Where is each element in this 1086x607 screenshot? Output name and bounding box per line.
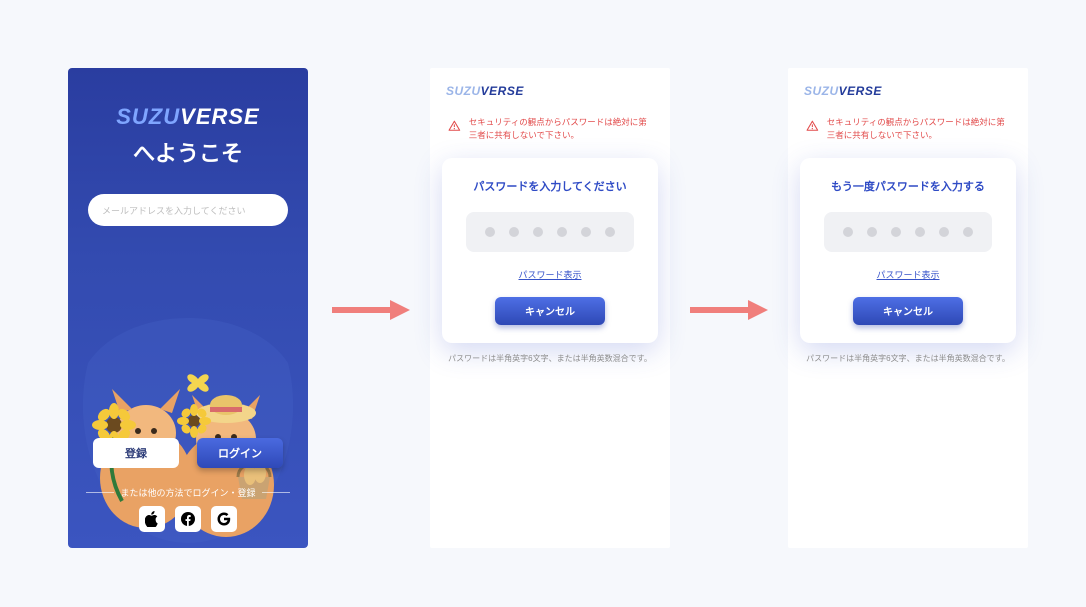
flow-arrow-icon	[688, 298, 768, 322]
apple-login-button[interactable]	[139, 506, 165, 532]
password-screen: SUZUVERSE セキュリティの観点からパスワードは絶対に第三者に共有しないで…	[430, 68, 670, 548]
password-confirm-input[interactable]	[824, 212, 992, 252]
apple-icon	[145, 511, 159, 527]
security-warning-text: セキュリティの観点からパスワードは絶対に第三者に共有しないで下さい。	[827, 116, 1010, 142]
alt-methods-divider: または他の方法でログイン・登録	[68, 486, 308, 499]
cancel-button[interactable]: キャンセル	[495, 297, 605, 325]
google-login-button[interactable]	[211, 506, 237, 532]
login-button[interactable]: ログイン	[197, 438, 283, 468]
cancel-button[interactable]: キャンセル	[853, 297, 963, 325]
show-password-link[interactable]: パスワード表示	[814, 268, 1002, 281]
register-label: 登録	[125, 445, 147, 461]
brand-logo: SUZUVERSE	[446, 84, 670, 98]
brand-verse: VERSE	[839, 84, 882, 98]
login-label: ログイン	[218, 445, 262, 461]
password-hint: パスワードは半角英字6文字、または半角英数混合です。	[430, 353, 670, 364]
show-password-link[interactable]: パスワード表示	[456, 268, 644, 281]
flow-arrow-icon	[330, 298, 410, 322]
welcome-heading: へようこそ	[68, 136, 308, 168]
security-warning-text: セキュリティの観点からパスワードは絶対に第三者に共有しないで下さい。	[469, 116, 652, 142]
email-input[interactable]: メールアドレスを入力してください	[88, 194, 288, 226]
facebook-icon	[181, 512, 195, 526]
brand-logo: SUZUVERSE	[68, 104, 308, 130]
welcome-screen: SUZUVERSE へようこそ メールアドレスを入力してください	[68, 68, 308, 548]
brand-suzu: SUZU	[446, 84, 481, 98]
alt-methods-label: または他の方法でログイン・登録	[120, 486, 255, 499]
facebook-login-button[interactable]	[175, 506, 201, 532]
register-button[interactable]: 登録	[93, 438, 179, 468]
password-title: パスワードを入力してください	[456, 178, 644, 194]
cancel-label: キャンセル	[525, 303, 575, 318]
password-input[interactable]	[466, 212, 634, 252]
brand-logo: SUZUVERSE	[804, 84, 1028, 98]
password-confirm-title: もう一度パスワードを入力する	[814, 178, 1002, 194]
brand-suzu: SUZU	[116, 104, 180, 129]
password-confirm-screen: SUZUVERSE セキュリティの観点からパスワードは絶対に第三者に共有しないで…	[788, 68, 1028, 548]
brand-verse: VERSE	[180, 104, 260, 129]
google-icon	[217, 512, 231, 526]
email-placeholder: メールアドレスを入力してください	[102, 204, 245, 217]
password-card: もう一度パスワードを入力する パスワード表示 キャンセル	[800, 158, 1016, 343]
brand-suzu: SUZU	[804, 84, 839, 98]
password-card: パスワードを入力してください パスワード表示 キャンセル	[442, 158, 658, 343]
warning-icon	[806, 116, 819, 136]
password-hint: パスワードは半角英字6文字、または半角英数混合です。	[788, 353, 1028, 364]
brand-verse: VERSE	[481, 84, 524, 98]
warning-icon	[448, 116, 461, 136]
cancel-label: キャンセル	[883, 303, 933, 318]
